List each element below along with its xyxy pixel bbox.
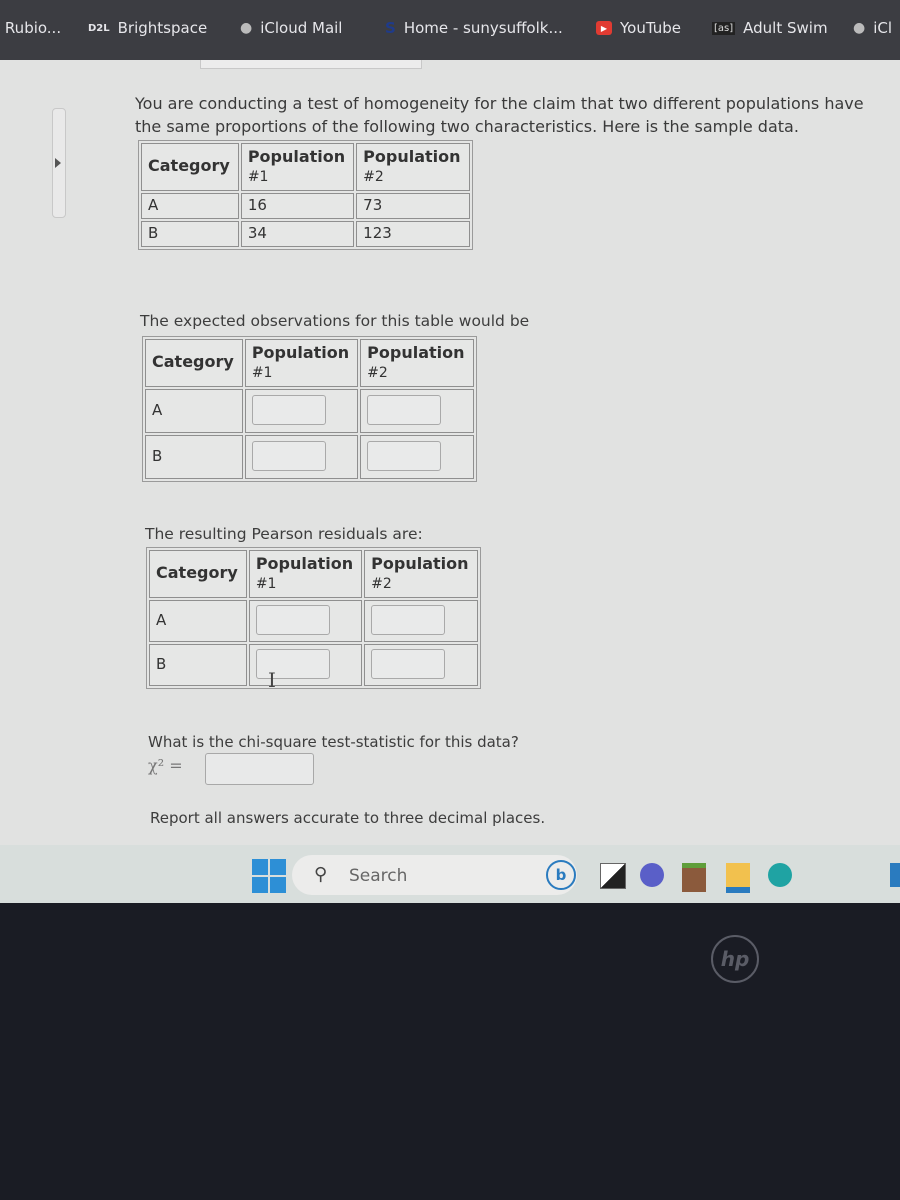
windows-start-icon[interactable] xyxy=(252,859,286,893)
hp-logo: hp xyxy=(711,935,759,983)
residual-b-pop2-input[interactable] xyxy=(371,649,446,679)
table-row: B 34 123 xyxy=(141,221,470,247)
bookmark-label: Home - sunysuffolk... xyxy=(403,19,563,37)
bookmark-label: iCl xyxy=(873,19,893,37)
chi-square-prompt: What is the chi-square test-statistic fo… xyxy=(148,733,519,751)
category-cell: A xyxy=(141,193,239,219)
value-cell: 34 xyxy=(240,221,355,247)
category-cell: A xyxy=(149,600,247,642)
d2l-icon: D2L xyxy=(88,22,110,34)
apple-icon: ● xyxy=(240,20,253,36)
meet-icon[interactable] xyxy=(640,863,664,887)
category-cell: A xyxy=(145,389,243,433)
input-cell xyxy=(248,644,363,686)
question-prompt: You are conducting a test of homogeneity… xyxy=(135,94,864,136)
category-cell: B xyxy=(149,644,247,686)
header-category: Category xyxy=(149,550,247,598)
bookmark-rubio[interactable]: l Rubio... xyxy=(0,19,61,37)
input-cell xyxy=(248,600,363,642)
value-cell: 123 xyxy=(356,221,470,247)
table-row: A xyxy=(149,600,478,642)
category-cell: B xyxy=(141,221,239,247)
table-row: A xyxy=(145,389,474,433)
observed-data-table: Category Population #1 Population #2 A 16 … xyxy=(138,140,473,250)
category-cell: B xyxy=(145,435,243,479)
edge-icon[interactable] xyxy=(768,863,792,887)
suny-icon: S xyxy=(385,19,396,37)
input-cell xyxy=(244,435,359,479)
text-cursor-icon: I xyxy=(268,668,276,692)
bookmark-label: Adult Swim xyxy=(743,19,828,37)
header-category: Category xyxy=(145,339,243,387)
residual-a-pop2-input[interactable] xyxy=(371,605,446,635)
table-row: B xyxy=(145,435,474,479)
header-category: Category xyxy=(141,143,239,191)
header-population-2: Population #2 xyxy=(360,339,474,387)
expand-arrow-icon[interactable] xyxy=(55,158,61,168)
search-icon: ⚲ xyxy=(314,864,328,885)
youtube-icon: ▶ xyxy=(596,21,612,35)
bookmark-icloud[interactable]: ● iCl xyxy=(853,19,892,37)
adult-swim-icon: [as] xyxy=(712,21,736,35)
chi-square-label: χ² = xyxy=(148,756,183,775)
residuals-table: Category Population #1 Population #2 A B xyxy=(146,547,481,689)
tab-strip xyxy=(200,60,422,69)
header-population-2: Population #2 xyxy=(356,143,470,191)
residual-b-pop1-input[interactable] xyxy=(255,649,330,679)
bookmark-brightspace[interactable]: D2L Brightspace xyxy=(88,19,207,37)
input-cell xyxy=(360,435,474,479)
chi-square-input[interactable] xyxy=(205,753,314,785)
residuals-prompt: The resulting Pearson residuals are: xyxy=(145,525,423,543)
bookmark-sunysuffolk[interactable]: S Home - sunysuffolk... xyxy=(385,19,563,37)
table-row: B xyxy=(149,644,478,686)
precision-note: Report all answers accurate to three dec… xyxy=(150,809,546,827)
input-cell xyxy=(244,389,359,433)
laptop-bezel: hp xyxy=(0,903,900,1200)
question-page: You are conducting a test of homogeneity… xyxy=(0,60,900,850)
expected-a-pop2-input[interactable] xyxy=(367,395,442,425)
input-cell xyxy=(364,600,478,642)
header-population-2: Population #2 xyxy=(364,550,478,598)
bookmark-label: YouTube xyxy=(620,19,681,37)
bing-chat-icon[interactable]: b xyxy=(546,860,576,890)
bookmark-icloud-mail[interactable]: ● iCloud Mail xyxy=(240,19,342,37)
taskbar: ⚲ Search b xyxy=(0,845,900,903)
expected-a-pop1-input[interactable] xyxy=(251,395,326,425)
bookmark-youtube[interactable]: ▶ YouTube xyxy=(596,19,681,37)
input-cell xyxy=(364,644,478,686)
bookmark-label: Brightspace xyxy=(117,19,208,37)
minecraft-icon[interactable] xyxy=(682,863,706,892)
header-population-1: Population #1 xyxy=(244,339,359,387)
bookmark-label: iCloud Mail xyxy=(260,19,343,37)
header-population-1: Population #1 xyxy=(240,143,355,191)
expected-prompt: The expected observations for this table… xyxy=(140,312,530,330)
search-placeholder: Search xyxy=(349,866,408,886)
bookmarks-bar: l Rubio... D2L Brightspace ● iCloud Mail… xyxy=(0,0,900,60)
expected-table: Category Population #1 Population #2 A B xyxy=(142,336,477,482)
header-population-1: Population #1 xyxy=(248,550,363,598)
table-row: A 16 73 xyxy=(141,193,470,219)
apple-icon: ● xyxy=(853,20,866,36)
task-view-icon[interactable] xyxy=(600,863,626,889)
input-cell xyxy=(360,389,474,433)
file-explorer-icon[interactable] xyxy=(726,863,750,893)
value-cell: 16 xyxy=(240,193,355,219)
taskbar-search[interactable]: ⚲ Search b xyxy=(292,855,577,895)
residual-a-pop1-input[interactable] xyxy=(255,605,330,635)
value-cell: 73 xyxy=(356,193,470,219)
expected-b-pop1-input[interactable] xyxy=(251,441,326,471)
bookmark-label: l Rubio... xyxy=(0,19,62,37)
bookmark-adult-swim[interactable]: [as] Adult Swim xyxy=(712,19,828,37)
app-icon[interactable] xyxy=(890,863,900,887)
expected-b-pop2-input[interactable] xyxy=(367,441,442,471)
